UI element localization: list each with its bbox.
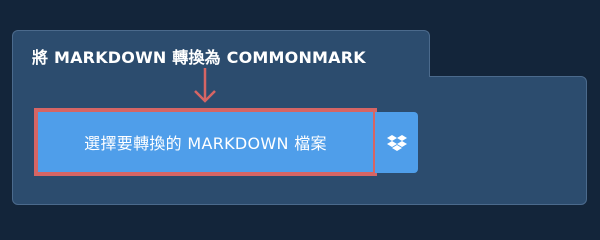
dropbox-icon [386, 134, 407, 151]
panel-seam [13, 70, 429, 82]
panel-title: 將 MARKDOWN 轉換為 COMMONMARK [32, 48, 366, 67]
dropbox-button[interactable] [375, 112, 418, 173]
choose-markdown-file-button[interactable]: 選擇要轉換的 MARKDOWN 檔案 [34, 108, 377, 176]
choose-file-label: 選擇要轉換的 MARKDOWN 檔案 [84, 134, 327, 153]
arrow-down-icon [194, 68, 216, 103]
